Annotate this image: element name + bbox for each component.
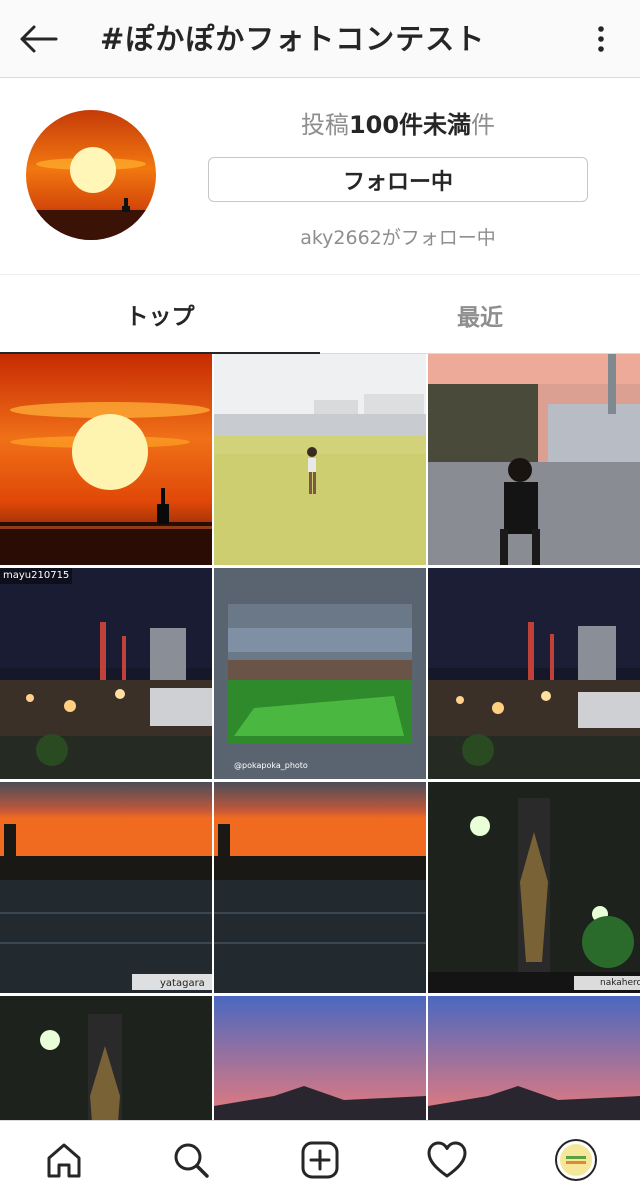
post-thumbnail-child-field[interactable]	[214, 354, 426, 565]
back-button[interactable]	[14, 18, 62, 60]
post-thumbnail-night-factory-2[interactable]	[428, 568, 640, 779]
nav-search[interactable]	[166, 1135, 216, 1185]
post-thumbnail-night-factory[interactable]: mayu210715	[0, 568, 212, 779]
following-button[interactable]: フォロー中	[208, 157, 588, 202]
home-icon	[47, 1143, 81, 1178]
bottom-navigation	[0, 1120, 640, 1198]
repost-username: yatagara	[160, 978, 205, 989]
repost-username: nakaheroc	[600, 978, 640, 988]
search-icon	[174, 1143, 209, 1178]
hashtag-title: #ぽかぽかフォトコンテスト	[100, 22, 486, 56]
post-thumbnail-mountain-dusk-2[interactable]	[428, 996, 640, 1120]
post-thumbnail-child-harbor[interactable]	[428, 354, 640, 565]
tabs-bar: トップ 最近	[0, 276, 640, 354]
post-count: 投稿100件未満件	[300, 111, 496, 139]
post-thumbnail-dusk-harbor[interactable]: yatagara	[0, 782, 212, 993]
more-options-button[interactable]	[584, 18, 618, 60]
post-thumbnail-mountain-dusk[interactable]	[214, 996, 426, 1120]
profile-avatar	[555, 1139, 597, 1181]
username-overlay: mayu210715	[3, 570, 70, 581]
nav-home[interactable]	[39, 1135, 89, 1185]
post-thumbnail-stadium[interactable]: @pokapoka_photo	[214, 568, 426, 779]
arrow-left-icon	[20, 25, 58, 53]
post-thumbnail-tower-night[interactable]: nakaheroc	[428, 782, 640, 993]
account-watermark: @pokapoka_photo	[234, 761, 308, 770]
post-grid: mayu210715 @pokapoka_photo yatagara naka…	[0, 354, 640, 1120]
heart-icon	[427, 1141, 467, 1178]
add-post-icon	[301, 1141, 339, 1179]
tab-recent[interactable]: 最近	[320, 276, 640, 354]
hashtag-avatar[interactable]	[26, 110, 156, 240]
post-thumbnail-tower-night-2[interactable]	[0, 996, 212, 1120]
nav-add-post[interactable]	[295, 1135, 345, 1185]
more-vertical-icon	[598, 26, 604, 52]
nav-profile[interactable]	[551, 1135, 601, 1185]
top-app-bar: #ぽかぽかフォトコンテスト	[0, 0, 640, 78]
hashtag-profile-section: 投稿100件未満件 フォロー中 aky2662がフォロー中	[0, 79, 640, 275]
post-thumbnail-dusk-harbor-2[interactable]	[214, 782, 426, 993]
tab-top[interactable]: トップ	[0, 276, 320, 354]
followed-by-text: aky2662がフォロー中	[300, 227, 496, 249]
post-thumbnail-sunset-sea[interactable]	[0, 354, 212, 565]
nav-activity[interactable]	[422, 1135, 472, 1185]
